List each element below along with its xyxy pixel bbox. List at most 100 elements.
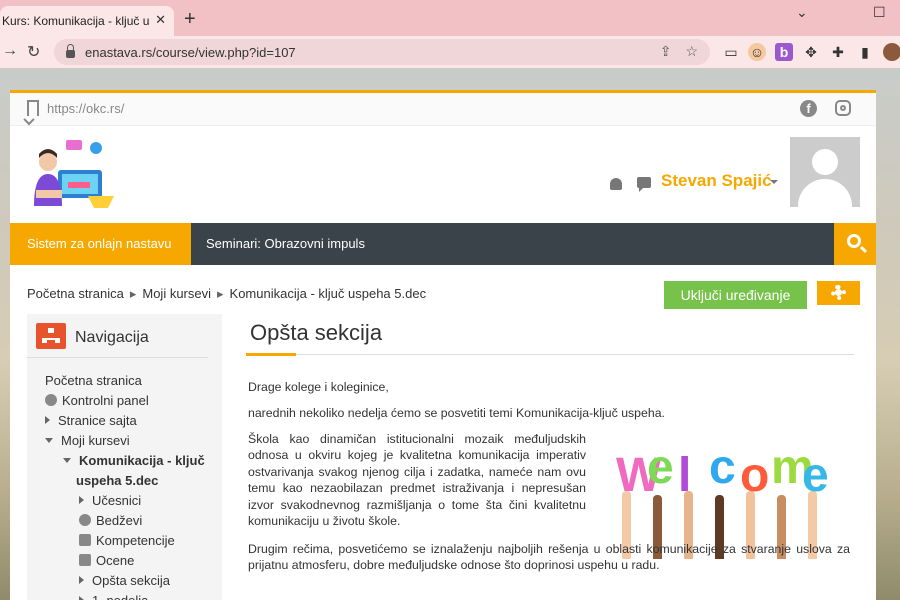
tab-title: Kurs: Komunikacija - ključ uspeha	[2, 14, 150, 28]
minimize-icon[interactable]: ⌄	[796, 4, 808, 21]
sidebar-item[interactable]: Moji kursevi	[27, 430, 222, 450]
breadcrumb: Početna stranica ▸ Moji kursevi ▸ Komuni…	[27, 286, 426, 302]
sidebar-item[interactable]: Kompetencije	[27, 530, 222, 550]
breadcrumb-separator-icon: ▸	[129, 286, 137, 301]
breadcrumb-item-home[interactable]: Početna stranica	[27, 286, 124, 302]
sidepanel-icon[interactable]: ▮	[856, 43, 874, 61]
lock-icon	[66, 44, 75, 58]
move-icon[interactable]: ✥	[802, 43, 820, 61]
caret-down-icon[interactable]	[45, 437, 53, 443]
trophy-icon	[79, 514, 91, 526]
sidebar-item[interactable]: Komunikacija - ključ	[27, 450, 222, 470]
sidebar-item[interactable]: Kontrolni panel	[27, 390, 222, 410]
star-icon[interactable]: ☆	[685, 43, 698, 60]
url-text[interactable]: enastava.rs/course/view.php?id=107	[85, 45, 296, 60]
maximize-icon[interactable]: ☐	[873, 4, 886, 21]
sidebar-item[interactable]: Učesnici	[27, 490, 222, 510]
breadcrumb-item-course[interactable]: Komunikacija - ključ uspeha 5.dec	[230, 286, 427, 302]
sidebar-item-label: Ocene	[96, 552, 135, 568]
browser-tab-bar: Kurs: Komunikacija - ključ uspeha ✕ + ⌄ …	[0, 0, 900, 36]
sidebar-item-label: Stranice sajta	[58, 412, 137, 428]
top-line: https://okc.rs/ f	[10, 93, 876, 126]
caret-down-icon[interactable]	[63, 457, 71, 463]
navigation-block: Navigacija Početna stranica Kontrolni pan…	[27, 314, 222, 600]
sidebar-item[interactable]: 1. nedelja -	[27, 590, 222, 600]
sidebar-item[interactable]: Stranice sajta	[27, 410, 222, 430]
caret-right-icon[interactable]	[79, 496, 84, 504]
browser-tab[interactable]: Kurs: Komunikacija - ključ uspeha ✕	[0, 6, 174, 36]
breadcrumb-separator-icon: ▸	[217, 286, 224, 301]
chevron-down-icon[interactable]	[770, 180, 778, 184]
course-section: Opšta sekcija Drage kolege i koleginice,…	[246, 314, 854, 600]
navigation-block-header: Navigacija	[27, 314, 208, 358]
omnibox[interactable]: enastava.rs/course/view.php?id=107 ⇪ ☆	[54, 39, 710, 65]
sitemap-icon	[36, 323, 66, 349]
nav-brand-link[interactable]: Sistem za onlajn nastavu	[10, 223, 191, 265]
navigation-tree: Početna stranica Kontrolni panel Stranice …	[27, 358, 222, 600]
messages-icon[interactable]	[637, 177, 651, 192]
caret-right-icon[interactable]	[45, 416, 50, 424]
welcome-letter: e	[647, 441, 674, 494]
paragraph-intro: narednih nekoliko nedelja ćemo se posvet…	[248, 406, 665, 420]
avatar[interactable]	[790, 137, 860, 207]
page-viewport: https://okc.rs/ f Stevan Spajić Sistem z…	[0, 68, 900, 600]
search-button[interactable]	[834, 223, 876, 265]
site-url-link[interactable]: https://okc.rs/	[47, 101, 124, 116]
address-bar-row: → ↻ enastava.rs/course/view.php?id=107 ⇪…	[0, 36, 900, 68]
sidebar-item-label: 1. nedelja -	[92, 592, 157, 600]
section-divider	[246, 353, 854, 356]
sidebar-item-label: Opšta sekcija	[92, 572, 171, 588]
extensions-puzzle-icon[interactable]: ✚	[829, 43, 847, 61]
breadcrumb-bar: Početna stranica ▸ Moji kursevi ▸ Komuni…	[10, 265, 876, 311]
sidebar-item-label: uspeha 5.dec	[76, 472, 159, 488]
sidebar-item-label: Moji kursevi	[61, 432, 130, 448]
share-icon[interactable]: ⇪	[660, 43, 672, 60]
sidebar-item-label: Komunikacija - ključ	[79, 452, 205, 468]
profile-avatar-icon[interactable]	[883, 43, 900, 61]
sidebar-item[interactable]: Opšta sekcija	[27, 570, 222, 590]
extension-face-icon[interactable]: ☺	[748, 43, 766, 61]
navigation-block-title: Navigacija	[75, 329, 149, 346]
course-settings-button[interactable]	[817, 281, 860, 305]
sidebar-item[interactable]: uspeha 5.dec	[27, 470, 222, 490]
turn-editing-on-button[interactable]: Uključi uređivanje	[664, 281, 807, 309]
new-tab-button[interactable]: +	[184, 9, 196, 29]
breadcrumb-item-my-courses[interactable]: Moji kursevi	[142, 286, 211, 302]
paragraph-goal: Drugim rečima, posvetićemo se iznalaženj…	[248, 542, 850, 573]
nav-item-seminari[interactable]: Seminari: Obrazovni impuls	[191, 223, 834, 265]
section-title: Opšta sekcija	[250, 320, 383, 345]
welcome-letter: e	[802, 449, 829, 502]
welcome-letter: l	[678, 449, 691, 502]
welcome-letter: c	[709, 441, 736, 494]
tab-close-icon[interactable]: ✕	[155, 12, 166, 28]
user-menu-name[interactable]: Stevan Spajić	[661, 171, 772, 191]
main-navbar: Sistem za onlajn nastavu Seminari: Obraz…	[10, 223, 876, 265]
sidebar-item-label: Bedževi	[96, 512, 143, 528]
moodle-page: https://okc.rs/ f Stevan Spajić Sistem z…	[10, 90, 876, 600]
reader-icon[interactable]: ▭	[722, 43, 740, 61]
instagram-icon[interactable]	[835, 100, 851, 116]
sidebar-item-label: Kompetencije	[96, 532, 175, 548]
bookmark-icon	[27, 100, 39, 116]
notification-bell-icon[interactable]	[610, 178, 622, 190]
sidebar-item[interactable]: Bedževi	[27, 510, 222, 530]
caret-right-icon[interactable]	[79, 596, 84, 600]
caret-right-icon[interactable]	[79, 576, 84, 584]
site-header: Stevan Spajić	[10, 126, 876, 223]
sidebar-item-label: Kontrolni panel	[62, 392, 149, 408]
gear-icon	[831, 285, 846, 300]
forward-arrow-icon[interactable]: →	[2, 42, 18, 60]
facebook-icon[interactable]: f	[800, 100, 817, 117]
grades-icon	[79, 554, 91, 566]
sidebar-item-label: Učesnici	[92, 492, 142, 508]
extension-b-icon[interactable]: b	[775, 43, 793, 61]
site-logo[interactable]	[28, 134, 118, 214]
paragraph-school: Škola kao dinamičan istitucionalni mozai…	[248, 432, 586, 529]
search-icon	[847, 234, 861, 248]
competency-icon	[79, 534, 91, 546]
reload-icon[interactable]: ↻	[27, 42, 40, 62]
sidebar-item-label: Početna stranica	[45, 372, 142, 388]
sidebar-item[interactable]: Ocene	[27, 550, 222, 570]
sidebar-item[interactable]: Početna stranica	[27, 370, 222, 390]
paragraph-greeting: Drage kolege i koleginice,	[248, 380, 389, 394]
